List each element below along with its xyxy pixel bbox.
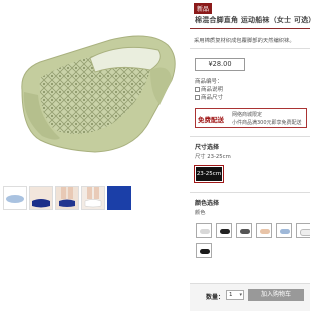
color-current: 颜色 — [195, 210, 206, 216]
product-description-link[interactable]: 商品说明 — [195, 85, 223, 93]
shipping-line-1: 网络商城限定 — [232, 112, 263, 118]
thumb-light-blue-sock-icon — [6, 195, 24, 203]
product-size-text: 商品尺寸 — [201, 95, 224, 101]
document-icon — [195, 87, 200, 92]
color-swatch-3[interactable] — [236, 223, 252, 238]
thumbnail-4[interactable] — [81, 186, 105, 210]
product-details-panel: 新品 棉混合脚直角 运动船袜（女士 可选） 采用棉质复材织成包覆脚部的天然编织袜… — [190, 0, 316, 311]
sock-beige-icon — [260, 229, 270, 234]
free-shipping-box: 免费配送 网络商城限定 小件商品满300元即享免费配送 — [195, 108, 307, 128]
free-shipping-tag: 免费配送 — [198, 116, 224, 124]
sock-light-gray-icon — [200, 229, 210, 234]
sock-white-icon — [300, 229, 310, 236]
color-divider — [190, 192, 310, 193]
thumbnail-1[interactable] — [3, 186, 27, 210]
color-swatch-6[interactable] — [296, 223, 310, 238]
size-option-23-25[interactable]: 23-25cm — [194, 165, 224, 183]
thumbnail-5[interactable] — [107, 186, 131, 210]
thumb-navy-sock-on-feet-2-icon — [56, 187, 78, 209]
new-badge: 新品 — [194, 3, 213, 14]
color-swatch-1[interactable] — [196, 223, 212, 238]
thumbnail-3[interactable] — [55, 186, 79, 210]
shipping-line-2: 小件商品满300元即享免费配送 — [232, 120, 302, 126]
product-main-image — [0, 0, 190, 180]
color-swatch-2[interactable] — [216, 223, 232, 238]
quantity-value: 1 — [229, 292, 233, 298]
sock-light-blue-icon — [280, 229, 290, 234]
chevron-down-icon: ▾ — [239, 292, 242, 298]
sock-black-icon — [220, 229, 230, 234]
size-current: 尺寸 23-25cm — [195, 154, 231, 160]
note-divider — [190, 48, 310, 49]
size-section-title: 尺寸选择 — [195, 144, 220, 151]
ruler-icon — [195, 95, 200, 100]
thumb-blue-swatch-icon — [108, 187, 130, 209]
product-title: 棉混合脚直角 运动船袜（女士 可选） — [195, 16, 316, 24]
product-code-label: 商品编号： — [195, 79, 223, 85]
quantity-label: 数量： — [206, 294, 225, 301]
title-divider — [190, 28, 310, 29]
color-swatch-5[interactable] — [276, 223, 292, 238]
sock-illustration — [21, 35, 176, 153]
sock-black-2-icon — [200, 249, 210, 254]
product-note: 采用棉质复材织成包覆脚部的天然编织袜。 — [194, 38, 295, 44]
price-box: ¥28.00 — [195, 58, 245, 71]
thumb-white-sock-on-feet-icon — [82, 187, 104, 209]
thumbnail-2[interactable] — [29, 186, 53, 210]
sock-dark-gray-icon — [240, 229, 250, 234]
color-swatch-7[interactable] — [196, 243, 212, 258]
quantity-select[interactable]: 1 ▾ — [226, 290, 244, 300]
color-section-title: 颜色选择 — [195, 200, 220, 207]
purchase-bar: 数量： 1 ▾ 加入购物车 — [190, 283, 310, 311]
color-swatch-4[interactable] — [256, 223, 272, 238]
thumb-navy-sock-on-feet-icon — [30, 187, 52, 209]
product-size-link[interactable]: 商品尺寸 — [195, 93, 223, 101]
add-to-cart-button[interactable]: 加入购物车 — [248, 289, 304, 301]
size-divider — [190, 136, 310, 137]
